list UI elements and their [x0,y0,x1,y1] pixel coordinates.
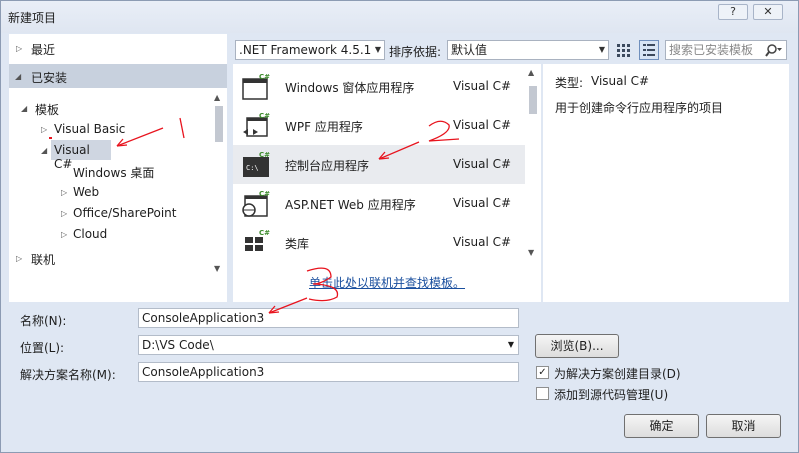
annotation-overlay [49,117,460,314]
annotation-arrow-3 [268,297,308,314]
annotation-number-2-stroke [428,120,460,142]
annotation-arrow-1 [116,127,164,147]
annotation-number-3-stroke [306,267,339,302]
annotation-arrow-2 [378,141,420,160]
annotation-number-1-stroke [179,117,185,139]
new-project-dialog: 新建项目 ? ✕ ▷ 最近 ◢ 已安装 ◢ 模板 ▷ Visual Basic … [0,0,799,453]
